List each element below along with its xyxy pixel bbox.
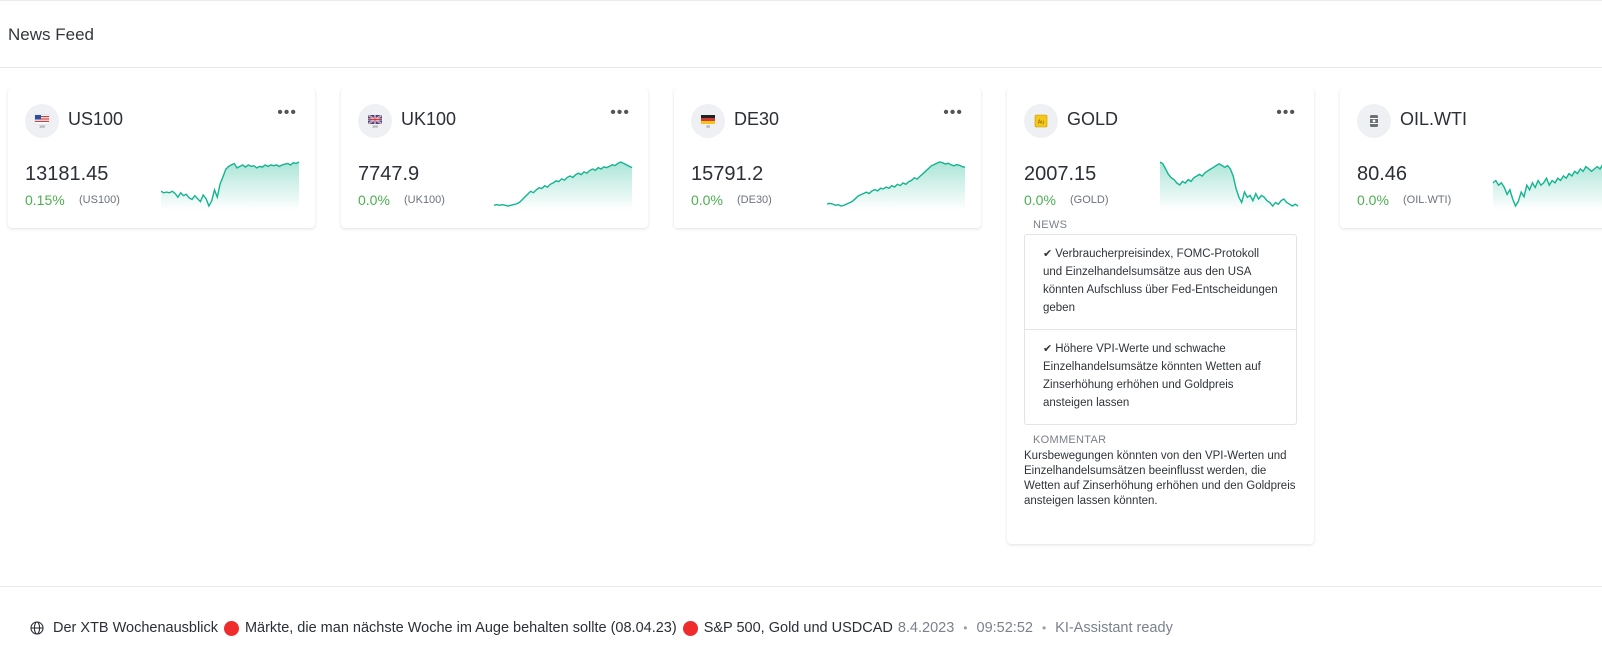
comment-text: Kursbewegungen könnten von den VPI-Werte… [1024, 450, 1296, 507]
instrument-price: 2007.15 [1024, 163, 1097, 185]
ticker-label: (OIL.WTI) [1403, 194, 1452, 206]
footer-divider [0, 586, 1602, 587]
sparkline-chart [1159, 161, 1299, 210]
comment-section-label: KOMMENTAR [1033, 434, 1107, 446]
ticker-headline[interactable]: Märkte, die man nächste Woche im Auge be… [245, 620, 677, 636]
sparkline-chart [1492, 164, 1602, 210]
separator-dot: • [963, 621, 968, 635]
sparkline-chart [160, 161, 300, 210]
news-ticker[interactable]: Der XTB Wochenausblick Märkte, die man n… [30, 620, 1173, 636]
ticker-label: (GOLD) [1070, 194, 1109, 206]
svg-text:100: 100 [372, 125, 378, 129]
instrument-price: 13181.45 [25, 163, 109, 185]
uk-flag-icon: 100 [358, 104, 392, 138]
instrument-card-us100[interactable]: 100 US100 ••• 13181.45 0.15% (US100) [8, 88, 315, 228]
price-change: 0.0% [1357, 192, 1389, 208]
more-options-icon[interactable]: ••• [610, 105, 630, 121]
checkmark-icon: ✔ [1043, 248, 1053, 260]
sparkline-area [161, 162, 299, 210]
ticker-date: 8.4.2023 [897, 620, 955, 636]
svg-text:100: 100 [39, 125, 45, 129]
instrument-symbol: GOLD [1067, 109, 1119, 129]
news-list: ✔ Verbraucherpreisindex, FOMC-Protokoll u… [1024, 234, 1297, 425]
instrument-symbol: US100 [68, 109, 124, 129]
sparkline-area [494, 162, 632, 210]
page-title: News Feed [8, 25, 94, 44]
instrument-symbol: UK100 [401, 109, 457, 129]
ticker-headline[interactable]: S&P 500, Gold und USDCAD [704, 620, 893, 636]
news-section-label: NEWS [1033, 219, 1068, 231]
de-flag-icon: 30 [691, 104, 725, 138]
svg-text:Au: Au [1038, 120, 1045, 126]
price-change: 0.0% [691, 192, 723, 208]
price-change: 0.0% [358, 192, 390, 208]
news-item[interactable]: ✔ Verbraucherpreisindex, FOMC-Protokoll u… [1025, 235, 1296, 329]
more-options-icon[interactable]: ••• [1276, 105, 1296, 121]
instrument-cards: 100 US100 ••• 13181.45 0.15% (US100) 100… [0, 88, 1602, 558]
news-text: Verbraucherpreisindex, FOMC-Protokoll un… [1043, 248, 1278, 314]
separator-dot: • [1041, 621, 1047, 635]
price-change: 0.0% [1024, 192, 1056, 208]
us-flag-icon: 100 [25, 104, 59, 138]
sparkline-chart [493, 161, 633, 210]
instrument-card-gold[interactable]: Au GOLD ••• 2007.15 0.0% (GOLD) NEWS ✔ Ve… [1007, 88, 1314, 544]
more-options-icon[interactable]: ••• [277, 105, 297, 121]
instrument-price: 15791.2 [691, 163, 764, 185]
news-item[interactable]: ✔ Höhere VPI-Werte und schwache Einzelhan… [1025, 329, 1296, 424]
instrument-price: 80.46 [1357, 163, 1408, 185]
instrument-symbol: DE30 [734, 109, 780, 129]
app-header: News Feed [0, 0, 1602, 68]
news-text: Höhere VPI-Werte und schwache Einzelhand… [1043, 343, 1261, 409]
checkmark-icon: ✔ [1043, 343, 1053, 355]
ticker-time: 09:52:52 [976, 620, 1033, 636]
ticker-label: (US100) [79, 194, 120, 206]
assistant-status: KI-Assistant ready [1055, 620, 1173, 636]
red-dot-icon [682, 620, 698, 636]
price-change: 0.15% [25, 192, 65, 208]
instrument-symbol: OIL.WTI [1400, 109, 1467, 129]
ticker-label: (DE30) [737, 194, 772, 206]
sparkline-area [1493, 165, 1602, 210]
instrument-card-uk100[interactable]: 100 UK100 ••• 7747.9 0.0% (UK100) [341, 88, 648, 228]
red-dot-icon [223, 620, 239, 636]
ticker-label: (UK100) [404, 194, 445, 206]
globe-icon [30, 621, 44, 635]
instrument-card-oil-wti[interactable]: OIL.WTI ••• 80.46 0.0% (OIL.WTI) [1340, 88, 1602, 228]
gold-bar-icon: Au [1024, 104, 1058, 138]
instrument-price: 7747.9 [358, 163, 420, 185]
svg-text:30: 30 [706, 125, 710, 129]
oil-barrel-icon [1357, 104, 1391, 138]
more-options-icon[interactable]: ••• [943, 105, 963, 121]
sparkline-chart [826, 161, 966, 210]
instrument-card-de30[interactable]: 30 DE30 ••• 15791.2 0.0% (DE30) [674, 88, 981, 228]
ticker-headline[interactable]: Der XTB Wochenausblick [53, 620, 218, 636]
